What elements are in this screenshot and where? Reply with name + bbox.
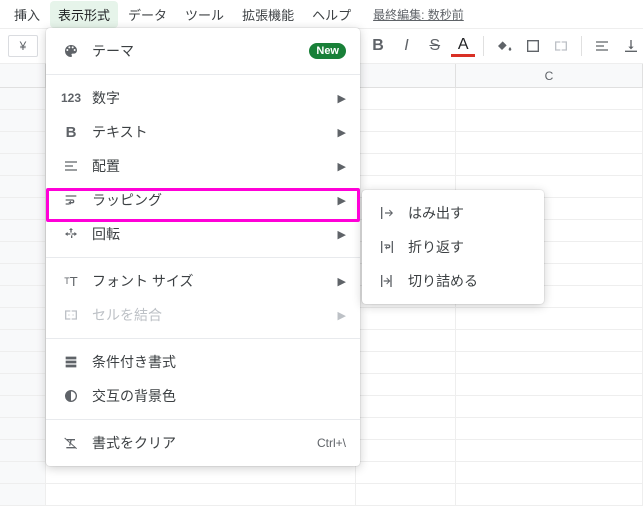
submenu-arrow-icon: ▶ <box>338 194 346 207</box>
menu-item-conditional-formatting[interactable]: 条件付き書式 <box>46 345 360 379</box>
menu-extensions[interactable]: 拡張機能 <box>234 1 302 28</box>
align-icon <box>60 158 82 174</box>
menu-item-label: 数字 <box>92 88 338 108</box>
submenu-item-label: 折り返す <box>408 237 464 257</box>
menu-help[interactable]: ヘルプ <box>304 1 359 28</box>
menu-item-label: 書式をクリア <box>92 433 317 453</box>
submenu-item-wrap[interactable]: 折り返す <box>362 230 544 264</box>
menu-separator <box>46 74 360 75</box>
menu-item-label: ラッピング <box>92 190 338 210</box>
submenu-item-label: 切り詰める <box>408 271 478 291</box>
keyboard-shortcut: Ctrl+\ <box>317 436 346 450</box>
menu-item-merge: セルを結合 ▶ <box>46 298 360 332</box>
submenu-arrow-icon: ▶ <box>338 160 346 173</box>
submenu-item-overflow[interactable]: はみ出す <box>362 196 544 230</box>
wrapping-submenu: はみ出す 折り返す 切り詰める <box>362 190 544 304</box>
menu-item-label: テキスト <box>92 122 338 142</box>
menu-item-label: フォント サイズ <box>92 271 338 291</box>
wrap-text-icon <box>376 239 398 255</box>
align-left-icon <box>594 38 610 54</box>
submenu-item-label: はみ出す <box>408 203 464 223</box>
submenu-arrow-icon: ▶ <box>338 309 346 322</box>
col-header-c[interactable]: C <box>456 64 643 87</box>
wrap-icon <box>60 192 82 208</box>
menu-item-text[interactable]: B テキスト ▶ <box>46 115 360 149</box>
menu-insert[interactable]: 挿入 <box>6 1 48 28</box>
toolbar-separator <box>483 36 484 56</box>
vertical-align-button[interactable] <box>619 32 643 60</box>
theme-icon <box>60 43 82 59</box>
format-menu-dropdown: テーマ New 123 数字 ▶ B テキスト ▶ 配置 ▶ ラッピング ▶ 回… <box>46 28 360 466</box>
submenu-arrow-icon: ▶ <box>338 275 346 288</box>
merge-cells-icon <box>60 307 82 323</box>
menu-item-label: テーマ <box>92 41 309 61</box>
new-badge: New <box>309 43 346 59</box>
merge-icon <box>552 38 570 54</box>
overflow-icon <box>376 205 398 221</box>
menu-item-alternating-colors[interactable]: 交互の背景色 <box>46 379 360 413</box>
toolbar-separator <box>581 36 582 56</box>
submenu-item-clip[interactable]: 切り詰める <box>362 264 544 298</box>
menu-item-number[interactable]: 123 数字 ▶ <box>46 81 360 115</box>
clear-format-icon <box>60 435 82 451</box>
bold-icon: B <box>60 124 82 141</box>
fontsize-icon: TT <box>60 274 82 289</box>
menu-item-rotation[interactable]: 回転 ▶ <box>46 217 360 251</box>
menu-item-label: セルを結合 <box>92 305 338 325</box>
clip-icon <box>376 273 398 289</box>
alternating-icon <box>60 388 82 404</box>
text-color-button[interactable]: A <box>451 35 475 57</box>
fill-color-button[interactable] <box>492 32 516 60</box>
menu-item-fontsize[interactable]: TT フォント サイズ ▶ <box>46 264 360 298</box>
bold-button[interactable]: B <box>366 32 390 60</box>
borders-button[interactable] <box>521 32 545 60</box>
italic-button[interactable]: I <box>394 32 418 60</box>
menu-item-label: 交互の背景色 <box>92 386 346 406</box>
last-edit-link[interactable]: 最終編集: 数秒前 <box>373 6 464 23</box>
col-header[interactable] <box>356 64 456 87</box>
horizontal-align-button[interactable] <box>590 32 614 60</box>
menu-separator <box>46 257 360 258</box>
valign-icon <box>623 38 639 54</box>
menu-separator <box>46 419 360 420</box>
menu-data[interactable]: データ <box>120 1 175 28</box>
submenu-arrow-icon: ▶ <box>338 92 346 105</box>
currency-format-button[interactable]: ¥ <box>8 35 38 57</box>
conditional-format-icon <box>60 354 82 370</box>
menu-item-label: 条件付き書式 <box>92 352 346 372</box>
menu-item-theme[interactable]: テーマ New <box>46 34 360 68</box>
menu-item-clear-formatting[interactable]: 書式をクリア Ctrl+\ <box>46 426 360 460</box>
menu-item-alignment[interactable]: 配置 ▶ <box>46 149 360 183</box>
menu-separator <box>46 338 360 339</box>
strikethrough-button[interactable]: S <box>423 32 447 60</box>
borders-icon <box>525 38 541 54</box>
number-icon: 123 <box>60 91 82 105</box>
merge-cells-button[interactable] <box>549 32 573 60</box>
menu-item-label: 回転 <box>92 224 338 244</box>
menu-bar: 挿入 表示形式 データ ツール 拡張機能 ヘルプ 最終編集: 数秒前 <box>0 0 643 28</box>
menu-tools[interactable]: ツール <box>177 1 232 28</box>
rotation-icon <box>60 226 82 242</box>
menu-item-wrapping[interactable]: ラッピング ▶ <box>46 183 360 217</box>
submenu-arrow-icon: ▶ <box>338 126 346 139</box>
submenu-arrow-icon: ▶ <box>338 228 346 241</box>
row-header-corner <box>0 64 46 87</box>
menu-item-label: 配置 <box>92 156 338 176</box>
menu-format[interactable]: 表示形式 <box>50 1 118 28</box>
paint-bucket-icon <box>496 38 512 54</box>
